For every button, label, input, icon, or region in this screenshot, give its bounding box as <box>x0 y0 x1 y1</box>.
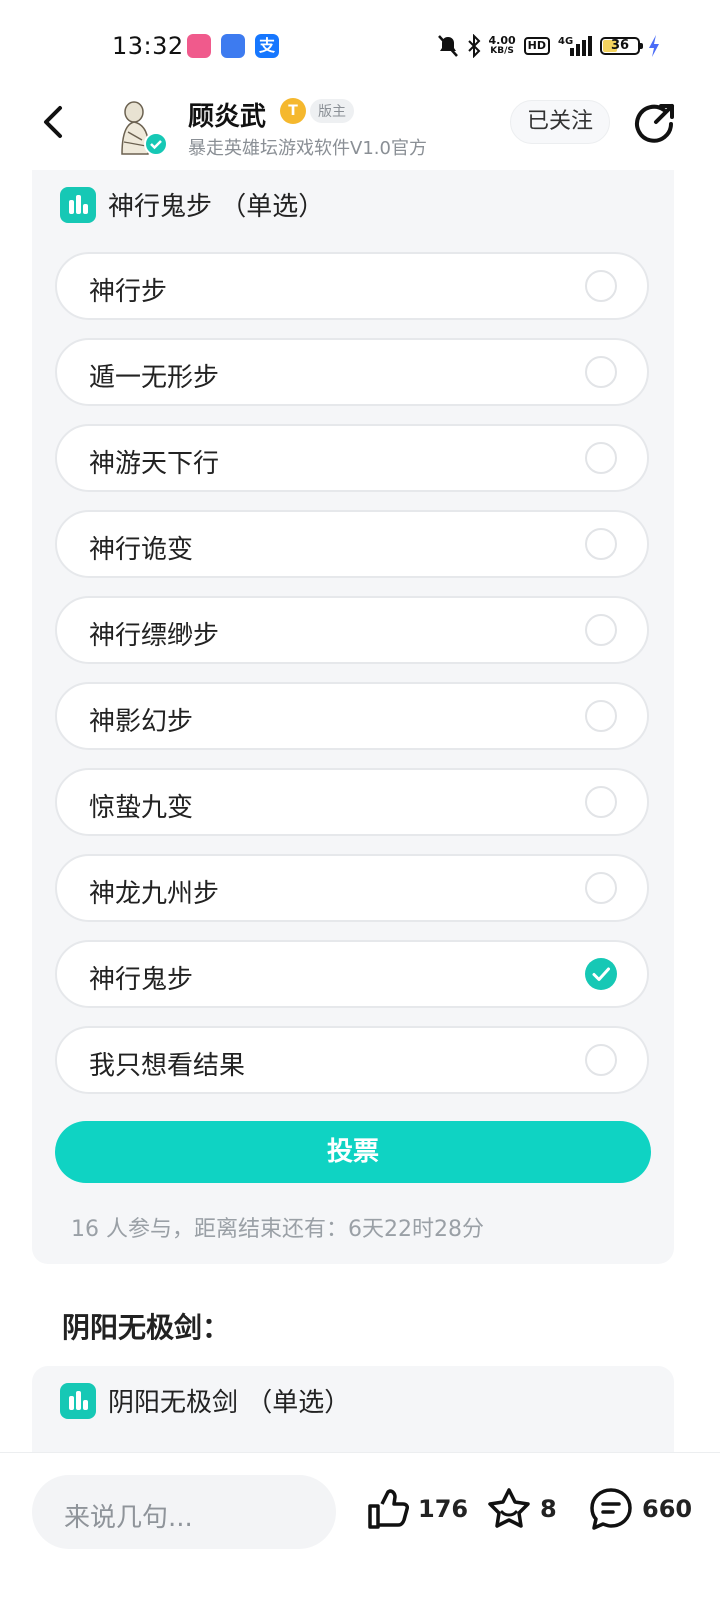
status-icons: 4.00 KB/S HD 4G 36 <box>437 34 660 58</box>
mute-bell-icon <box>437 35 458 57</box>
poll-option-selected[interactable]: 神行鬼步 <box>55 940 649 1008</box>
radio-button[interactable] <box>585 356 617 388</box>
poll-option-label: 我只想看结果 <box>89 1051 246 1081</box>
radio-button[interactable] <box>585 872 617 904</box>
star-icon <box>488 1488 530 1528</box>
poll-header: 神行鬼步 （单选） <box>60 186 324 223</box>
like-button[interactable]: 176 <box>366 1487 468 1531</box>
thumbs-up-icon <box>368 1489 409 1529</box>
poll-card: 神行鬼步 （单选） 神行步 遁一无形步 神游天下行 神行诡变 神行缥缈步 神影幻… <box>32 170 674 1264</box>
poll-option-label: 遁一无形步 <box>89 363 220 393</box>
poll-option[interactable]: 遁一无形步 <box>55 338 649 406</box>
poll-header: 阴阳无极剑 （单选） <box>60 1382 350 1419</box>
radio-button[interactable] <box>585 270 617 302</box>
poll-option-label: 神游天下行 <box>89 449 220 479</box>
user-subtitle: 暴走英雄坛游戏软件V1.0官方 <box>188 138 427 159</box>
poll-option-label: 神龙九州步 <box>89 879 220 909</box>
radio-button[interactable] <box>585 614 617 646</box>
svg-text:4G: 4G <box>558 36 573 47</box>
comment-count: 660 <box>642 1495 693 1523</box>
charging-icon <box>649 35 659 57</box>
radio-button[interactable] <box>585 700 617 732</box>
comment-bubble-icon <box>590 1488 632 1530</box>
alipay-icon: 支 <box>255 34 279 58</box>
comment-button[interactable]: 660 <box>588 1487 692 1531</box>
poll-status: 16 人参与，距离结束还有：6天22时28分 <box>71 1217 484 1242</box>
check-circle-icon[interactable] <box>585 958 617 990</box>
poll-title: 阴阳无极剑 （单选） <box>108 1388 351 1418</box>
poll-option-label: 神行诡变 <box>89 535 194 565</box>
poll-title: 神行鬼步 （单选） <box>108 192 325 222</box>
comment-placeholder: 来说几句... <box>64 1503 193 1533</box>
poll-option[interactable]: 神龙九州步 <box>55 854 649 922</box>
share-icon[interactable] <box>634 102 676 144</box>
comment-input[interactable]: 来说几句... <box>32 1475 336 1549</box>
role-badge: 版主 <box>310 99 354 123</box>
poll-option[interactable]: 神行缥缈步 <box>55 596 649 664</box>
status-bar: 13:32 支 4.00 KB/S HD 4G 36 <box>0 0 720 90</box>
poll-option[interactable]: 神行步 <box>55 252 649 320</box>
yuer-icon <box>221 34 245 58</box>
poll-option-label: 惊蛰九变 <box>89 793 194 823</box>
radio-button[interactable] <box>585 786 617 818</box>
radio-button[interactable] <box>585 1044 617 1076</box>
poll-chart-icon <box>60 186 96 223</box>
vote-button[interactable]: 投票 <box>55 1121 651 1183</box>
poll-option-label: 神行步 <box>89 277 168 307</box>
poll-chart-icon <box>60 1382 96 1419</box>
level-badge: T <box>280 98 306 124</box>
hd-badge: HD <box>523 37 550 55</box>
poll-option-label: 神行缥缈步 <box>89 621 220 651</box>
radio-button[interactable] <box>585 442 617 474</box>
poll-option-label: 神行鬼步 <box>89 965 194 995</box>
back-icon[interactable] <box>34 102 74 142</box>
post-header: 顾炎武 T 版主 暴走英雄坛游戏软件V1.0官方 已关注 <box>0 90 720 170</box>
favorite-count: 8 <box>540 1495 557 1523</box>
poll-option[interactable]: 神行诡变 <box>55 510 649 578</box>
poll-option[interactable]: 神影幻步 <box>55 682 649 750</box>
net-speed: 4.00 KB/S <box>488 34 516 56</box>
poll-option[interactable]: 惊蛰九变 <box>55 768 649 836</box>
verified-icon <box>144 132 168 156</box>
signal-icon: 4G <box>558 36 592 56</box>
poll-option[interactable]: 神游天下行 <box>55 424 649 492</box>
radio-button[interactable] <box>585 528 617 560</box>
poll-option[interactable]: 我只想看结果 <box>55 1026 649 1094</box>
bluetooth-icon <box>467 34 480 58</box>
status-time: 13:32 <box>112 32 184 60</box>
poll-option-label: 神影幻步 <box>89 707 194 737</box>
battery-icon: 36 <box>600 37 643 55</box>
bilibili-icon <box>187 34 211 58</box>
section-title: 阴阳无极剑： <box>62 1311 231 1344</box>
user-name[interactable]: 顾炎武 <box>188 96 266 133</box>
favorite-button[interactable]: 8 <box>486 1487 557 1531</box>
follow-button[interactable]: 已关注 <box>510 100 610 144</box>
bottom-action-bar: 来说几句... 176 8 660 <box>0 1452 720 1601</box>
like-count: 176 <box>418 1495 469 1523</box>
